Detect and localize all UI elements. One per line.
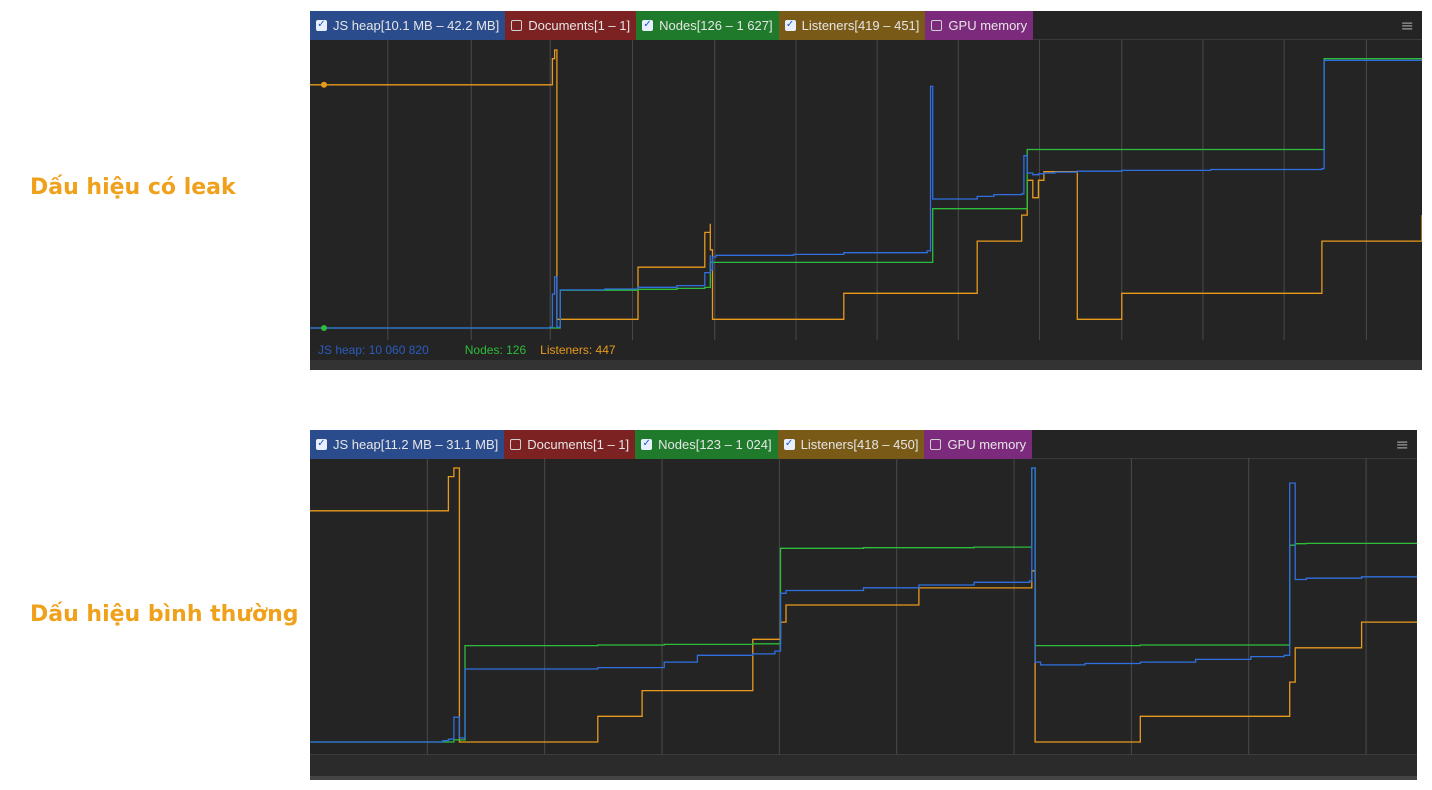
gpu-memory-legend-label: GPU memory — [947, 436, 1027, 452]
documents-toggle[interactable]: Documents[1 – 1] — [504, 429, 636, 459]
gpu-memory-legend-label: GPU memory — [948, 17, 1028, 33]
counter-legend: ✓ JS heap[10.1 MB – 42.2 MB] Documents[1… — [310, 10, 1422, 40]
js-heap-series-line — [310, 58, 1422, 329]
normal-signal-label: Dấu hiệu bình thường — [30, 602, 299, 627]
nodes-legend-label: Nodes[123 – 1 024] — [658, 436, 772, 452]
leak-signal-label: Dấu hiệu có leak — [30, 175, 236, 200]
listeners-start-marker — [321, 81, 327, 88]
documents-toggle[interactable]: Documents[1 – 1] — [505, 10, 637, 40]
documents-legend-label: Documents[1 – 1] — [528, 17, 631, 33]
gpu-memory-toggle[interactable]: GPU memory — [925, 10, 1034, 40]
js-heap-toggle[interactable]: ✓ JS heap[10.1 MB – 42.2 MB] — [310, 10, 506, 40]
gpu-memory-toggle[interactable]: GPU memory — [924, 429, 1033, 459]
listeners-toggle[interactable]: ✓ Listeners[419 – 451] — [778, 10, 926, 40]
nodes-toggle[interactable]: ✓ Nodes[126 – 1 627] — [636, 10, 779, 40]
js-heap-status: JS heap: 10 060 820 — [318, 343, 429, 357]
listeners-toggle[interactable]: ✓ Listeners[418 – 450] — [777, 429, 925, 459]
nodes-series-line — [310, 58, 1422, 329]
nodes-status: Nodes: 126 — [464, 343, 527, 357]
panel-bottom-strip — [310, 360, 1422, 370]
listeners-legend-label: Listeners[418 – 450] — [800, 436, 919, 452]
memory-chart-normal — [310, 458, 1417, 754]
checkbox-checked-icon: ✓ — [784, 19, 796, 31]
panel-bottom-edge — [310, 776, 1417, 780]
js-heap-legend-label: JS heap[11.2 MB – 31.1 MB] — [333, 436, 499, 452]
checkbox-unchecked-icon — [931, 19, 943, 31]
nodes-start-marker — [321, 325, 327, 331]
listeners-legend-label: Listeners[419 – 451] — [801, 17, 920, 33]
documents-legend-label: Documents[1 – 1] — [527, 436, 630, 452]
hamburger-menu-icon[interactable]: ≡ — [1401, 16, 1414, 35]
listeners-series-line — [310, 467, 1417, 743]
listeners-series-line — [310, 49, 1422, 320]
js-heap-toggle[interactable]: ✓ JS heap[11.2 MB – 31.1 MB] — [310, 429, 505, 459]
counter-status-bar: JS heap: 10 060 820 Nodes: 126 Listeners… — [310, 340, 1422, 360]
js-heap-legend-label: JS heap[10.1 MB – 42.2 MB] — [333, 17, 500, 33]
checkbox-checked-icon: ✓ — [641, 438, 653, 450]
listeners-status: Listeners: 447 — [540, 343, 616, 357]
hamburger-menu-icon[interactable]: ≡ — [1396, 435, 1409, 454]
memory-panel-leak: ✓ JS heap[10.1 MB – 42.2 MB] Documents[1… — [310, 10, 1422, 370]
checkbox-checked-icon: ✓ — [316, 438, 327, 450]
counter-legend: ✓ JS heap[11.2 MB – 31.1 MB] Documents[1… — [310, 429, 1417, 459]
checkbox-unchecked-icon — [511, 19, 523, 31]
checkbox-unchecked-icon — [510, 438, 522, 450]
checkbox-checked-icon: ✓ — [316, 19, 327, 31]
checkbox-checked-icon: ✓ — [783, 438, 795, 450]
memory-chart-leak — [310, 40, 1422, 340]
nodes-toggle[interactable]: ✓ Nodes[123 – 1 024] — [635, 429, 778, 459]
checkbox-unchecked-icon — [930, 438, 942, 450]
memory-panel-normal: ✓ JS heap[11.2 MB – 31.1 MB] Documents[1… — [310, 429, 1417, 780]
panel-bottom-strip — [310, 754, 1417, 777]
nodes-legend-label: Nodes[126 – 1 627] — [659, 17, 773, 33]
checkbox-checked-icon: ✓ — [642, 19, 654, 31]
